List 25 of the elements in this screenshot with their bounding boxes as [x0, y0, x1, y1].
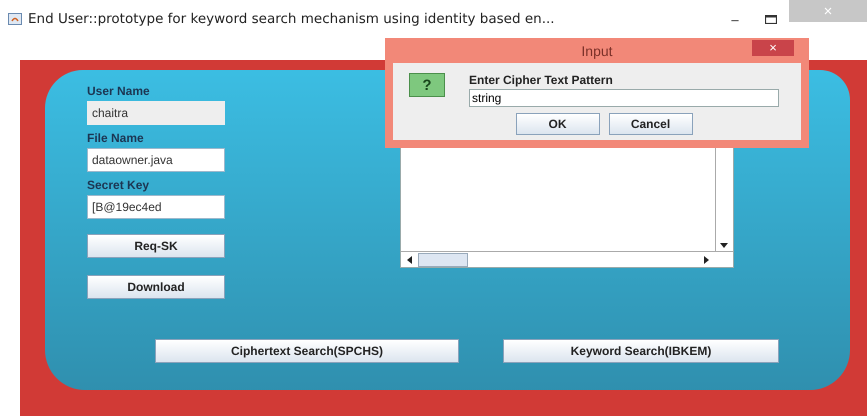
action-button[interactable]: Req-SK — [87, 234, 225, 258]
horizontal-scrollbar[interactable] — [401, 251, 733, 267]
question-icon: ? — [409, 73, 445, 97]
dialog-button[interactable]: Cancel — [608, 113, 692, 135]
search-button[interactable]: Ciphertext Search(SPCHS) — [155, 339, 459, 363]
maximize-icon — [765, 14, 777, 24]
scroll-thumb[interactable] — [418, 252, 468, 266]
dialog-button[interactable]: OK — [516, 113, 600, 135]
minimize-button[interactable]: – — [717, 8, 753, 30]
field-label: User Name — [87, 84, 151, 98]
search-button[interactable]: Keyword Search(IBKEM) — [503, 339, 779, 363]
input-field[interactable]: string — [469, 89, 779, 107]
prompt-label: Enter Cipher Text Pattern — [469, 73, 614, 87]
text-field[interactable]: [B@19ec4ed — [87, 195, 225, 219]
close-button[interactable]: × — [752, 40, 794, 56]
text-field[interactable]: dataowner.java — [87, 148, 225, 172]
dialog-title: Input — [581, 42, 613, 58]
left-arrow-icon — [407, 256, 412, 264]
window-title: End User::prototype for keyword search mechanism using identity based en... — [28, 11, 556, 27]
right-arrow-icon — [704, 256, 709, 264]
field-label: Secret Key — [87, 178, 150, 192]
down-arrow-icon — [720, 243, 728, 248]
action-button[interactable]: Download — [87, 275, 225, 299]
field-label: File Name — [87, 131, 145, 145]
app-icon — [8, 13, 22, 25]
